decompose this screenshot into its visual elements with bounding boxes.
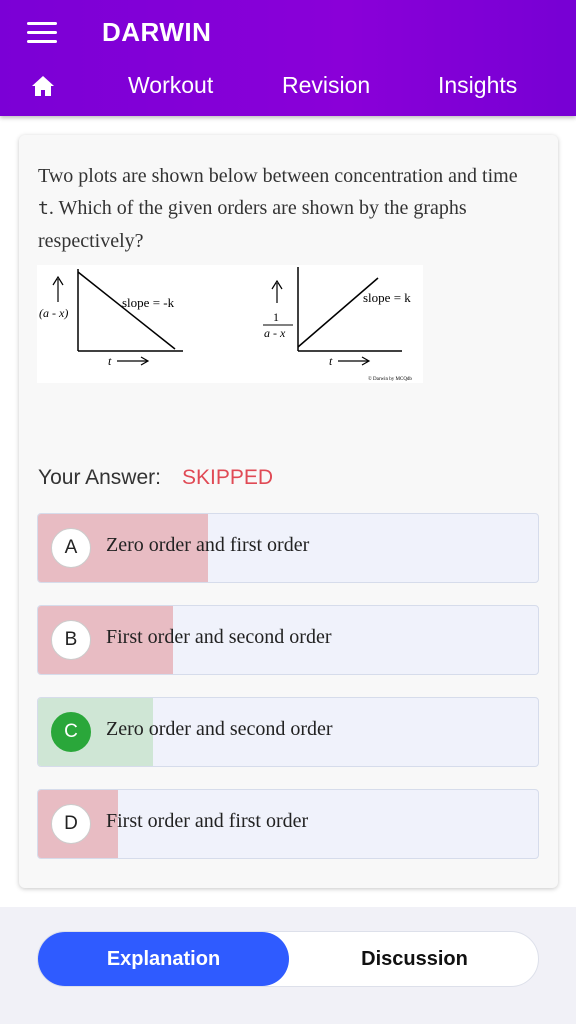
option-b-letter: B bbox=[51, 620, 91, 660]
question-text: Two plots are shown below between concen… bbox=[38, 160, 518, 257]
bottom-bar: Explanation Discussion bbox=[0, 907, 576, 1024]
right-x-label: t bbox=[329, 354, 333, 368]
left-x-label: t bbox=[108, 354, 112, 368]
option-c-text: Zero order and second order bbox=[106, 718, 333, 740]
question-text-part: . Which of the given orders are shown by… bbox=[38, 197, 467, 252]
explanation-discussion-toggle: Explanation Discussion bbox=[37, 931, 539, 987]
question-figure: (a - x) slope = -k t 1 a - x slope = k t… bbox=[37, 265, 423, 383]
right-y-denominator: a - x bbox=[264, 326, 286, 340]
discussion-tab[interactable]: Discussion bbox=[289, 932, 540, 986]
option-a-text: Zero order and first order bbox=[106, 534, 310, 556]
right-slope-label: slope = k bbox=[363, 290, 411, 305]
question-variable: t bbox=[38, 198, 49, 219]
your-answer-label: Your Answer: bbox=[38, 466, 161, 489]
hamburger-menu-icon[interactable] bbox=[27, 22, 59, 44]
app-header: DARWIN Workout Revision Insights bbox=[0, 0, 576, 116]
option-d-text: First order and first order bbox=[106, 810, 309, 832]
option-b[interactable]: B First order and second order bbox=[37, 605, 539, 675]
option-a-letter: A bbox=[51, 528, 91, 568]
answer-status: SKIPPED bbox=[182, 466, 274, 489]
right-y-numerator: 1 bbox=[273, 310, 279, 324]
left-slope-label: slope = -k bbox=[122, 295, 175, 310]
nav-tab-revision[interactable]: Revision bbox=[282, 72, 370, 99]
option-d[interactable]: D First order and first order bbox=[37, 789, 539, 859]
figure-watermark: © Darwin by MCQdb bbox=[368, 376, 412, 382]
option-b-text: First order and second order bbox=[106, 626, 332, 648]
option-c-letter: C bbox=[51, 712, 91, 752]
nav-tab-workout[interactable]: Workout bbox=[128, 72, 213, 99]
question-text-part: Two plots are shown below between concen… bbox=[38, 165, 518, 187]
left-y-label: (a - x) bbox=[39, 306, 68, 320]
option-d-letter: D bbox=[51, 804, 91, 844]
nav-tab-insights[interactable]: Insights bbox=[438, 72, 517, 99]
option-a[interactable]: A Zero order and first order bbox=[37, 513, 539, 583]
app-title: DARWIN bbox=[102, 17, 212, 47]
question-card: Two plots are shown below between concen… bbox=[19, 135, 558, 888]
explanation-tab[interactable]: Explanation bbox=[38, 932, 289, 986]
home-icon[interactable] bbox=[31, 75, 55, 97]
option-c[interactable]: C Zero order and second order bbox=[37, 697, 539, 767]
